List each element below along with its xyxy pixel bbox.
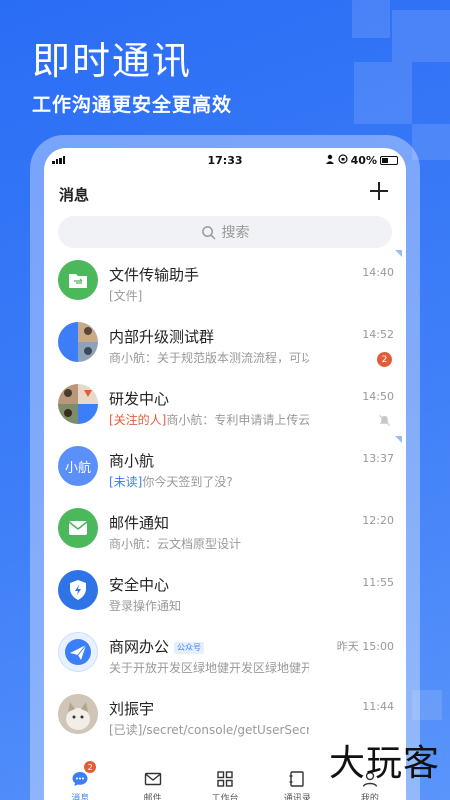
chat-name: 商小航 bbox=[109, 452, 155, 470]
chat-time: 14:50 bbox=[362, 390, 394, 403]
unread-badge: 2 bbox=[377, 352, 392, 367]
contacts-book-icon bbox=[289, 771, 305, 787]
user-avatar bbox=[58, 694, 98, 734]
chat-bubble-icon bbox=[72, 772, 88, 786]
mail-icon bbox=[144, 772, 161, 786]
group-avatar bbox=[58, 384, 98, 424]
mail-icon bbox=[68, 521, 88, 535]
tab-mail[interactable]: 邮件 bbox=[116, 756, 188, 800]
decor-square bbox=[412, 124, 450, 160]
chat-name: 内部升级测试群 bbox=[109, 328, 215, 346]
security-avatar bbox=[58, 570, 98, 610]
chat-preview: [关注的人]商小航：专利申请请上传云文档... bbox=[109, 413, 309, 427]
chat-name: 安全中心 bbox=[109, 576, 170, 594]
official-account-tag: 公众号 bbox=[174, 641, 205, 654]
group-avatar-image bbox=[58, 322, 98, 362]
unread-tag: [未读] bbox=[109, 475, 143, 489]
tab-contacts[interactable]: 通讯录 bbox=[261, 756, 333, 800]
paper-plane-logo-icon bbox=[65, 639, 91, 665]
decor-square bbox=[352, 0, 390, 38]
chat-time: 11:44 bbox=[362, 700, 394, 713]
list-item[interactable]: 研发中心 [关注的人]商小航：专利申请请上传云文档... 14:50 bbox=[44, 374, 406, 436]
mail-avatar bbox=[58, 508, 98, 548]
chat-name: 研发中心 bbox=[109, 390, 170, 408]
hero-title: 即时通讯 bbox=[32, 39, 193, 83]
list-item[interactable]: 文件传输助手 [文件] 14:40 bbox=[44, 250, 406, 312]
battery-percent: 40% bbox=[350, 154, 377, 167]
list-item[interactable]: 安全中心 登录操作通知 11:55 bbox=[44, 560, 406, 622]
lock-rotation-icon bbox=[338, 154, 348, 167]
grid-icon bbox=[217, 771, 233, 787]
chat-name: 刘振宇 bbox=[109, 700, 155, 718]
list-item[interactable]: 商网办公公众号 关于开放开发区绿地健开发区绿地健开发... 昨天 15:00 bbox=[44, 622, 406, 684]
shield-icon bbox=[70, 580, 86, 600]
chat-name: 商网办公 公众号 bbox=[109, 636, 205, 657]
folder-icon bbox=[69, 274, 87, 288]
cat-photo-avatar bbox=[58, 694, 98, 734]
chat-time: 14:52 bbox=[362, 328, 394, 341]
official-account-avatar bbox=[58, 632, 98, 672]
battery-icon bbox=[380, 156, 398, 165]
chat-time: 11:55 bbox=[362, 576, 394, 589]
chat-time: 昨天 15:00 bbox=[336, 640, 394, 653]
avatar-text: 小航 bbox=[64, 460, 91, 476]
group-avatar-image bbox=[58, 384, 98, 424]
message-list: 文件传输助手 [文件] 14:40 内部升级测试群 商小航：关于规范版本测流流程… bbox=[44, 250, 406, 746]
status-bar: 17:33 40% bbox=[44, 148, 406, 174]
app-header: 消息 bbox=[44, 174, 406, 212]
chat-preview: [未读]你今天签到了没? bbox=[109, 475, 233, 489]
decor-square bbox=[354, 62, 412, 124]
chat-name: 文件传输助手 bbox=[109, 266, 200, 284]
tab-label: 工作台 bbox=[211, 794, 239, 800]
chat-preview: [文件] bbox=[109, 289, 143, 303]
decor-square bbox=[392, 10, 450, 62]
list-item[interactable]: 小航 商小航 [未读]你今天签到了没? 13:37 bbox=[44, 436, 406, 498]
chat-time: 14:40 bbox=[362, 266, 394, 279]
mute-bell-icon bbox=[378, 414, 391, 427]
tab-messages[interactable]: 2 消息 bbox=[44, 756, 116, 800]
user-avatar: 小航 bbox=[58, 446, 98, 486]
chat-preview: 商小航：关于规范版本测流流程，可以使工... bbox=[109, 351, 309, 365]
chat-time: 13:37 bbox=[362, 452, 394, 465]
hero-subtitle: 工作沟通更安全更高效 bbox=[32, 94, 233, 116]
tab-label: 我的 bbox=[360, 794, 379, 800]
pinned-marker bbox=[395, 250, 402, 257]
search-bar[interactable]: 搜索 bbox=[58, 216, 392, 248]
follow-tag: [关注的人] bbox=[109, 413, 167, 427]
watermark-logo: 大玩客 bbox=[328, 743, 440, 784]
chat-time: 12:20 bbox=[362, 514, 394, 527]
phone-screen: 17:33 40% 消息 搜索 文件传输助手 [文件] 14:40 内部升级测试… bbox=[44, 148, 406, 800]
file-transfer-avatar bbox=[58, 260, 98, 300]
search-placeholder: 搜索 bbox=[221, 225, 250, 241]
list-item[interactable]: 内部升级测试群 商小航：关于规范版本测流流程，可以使工... 14:52 2 bbox=[44, 312, 406, 374]
tab-workbench[interactable]: 工作台 bbox=[189, 756, 261, 800]
pinned-marker bbox=[395, 436, 402, 443]
add-icon[interactable] bbox=[368, 180, 390, 202]
tab-badge: 2 bbox=[84, 761, 97, 773]
tab-label: 邮件 bbox=[143, 794, 162, 800]
page-title: 消息 bbox=[59, 186, 90, 204]
chat-preview: 关于开放开发区绿地健开发区绿地健开发... bbox=[109, 661, 309, 675]
tab-label: 消息 bbox=[71, 794, 90, 800]
chat-preview: 登录操作通知 bbox=[109, 599, 182, 613]
chat-name: 邮件通知 bbox=[109, 514, 170, 532]
chat-preview: [已读]/secret/console/getUserSecretList bbox=[109, 723, 309, 737]
chat-preview: 商小航：云文档原型设计 bbox=[109, 537, 242, 551]
list-item[interactable]: 邮件通知 商小航：云文档原型设计 12:20 bbox=[44, 498, 406, 560]
search-icon bbox=[201, 225, 215, 239]
group-avatar bbox=[58, 322, 98, 362]
person-icon bbox=[325, 154, 335, 167]
tab-label: 通讯录 bbox=[283, 794, 311, 800]
